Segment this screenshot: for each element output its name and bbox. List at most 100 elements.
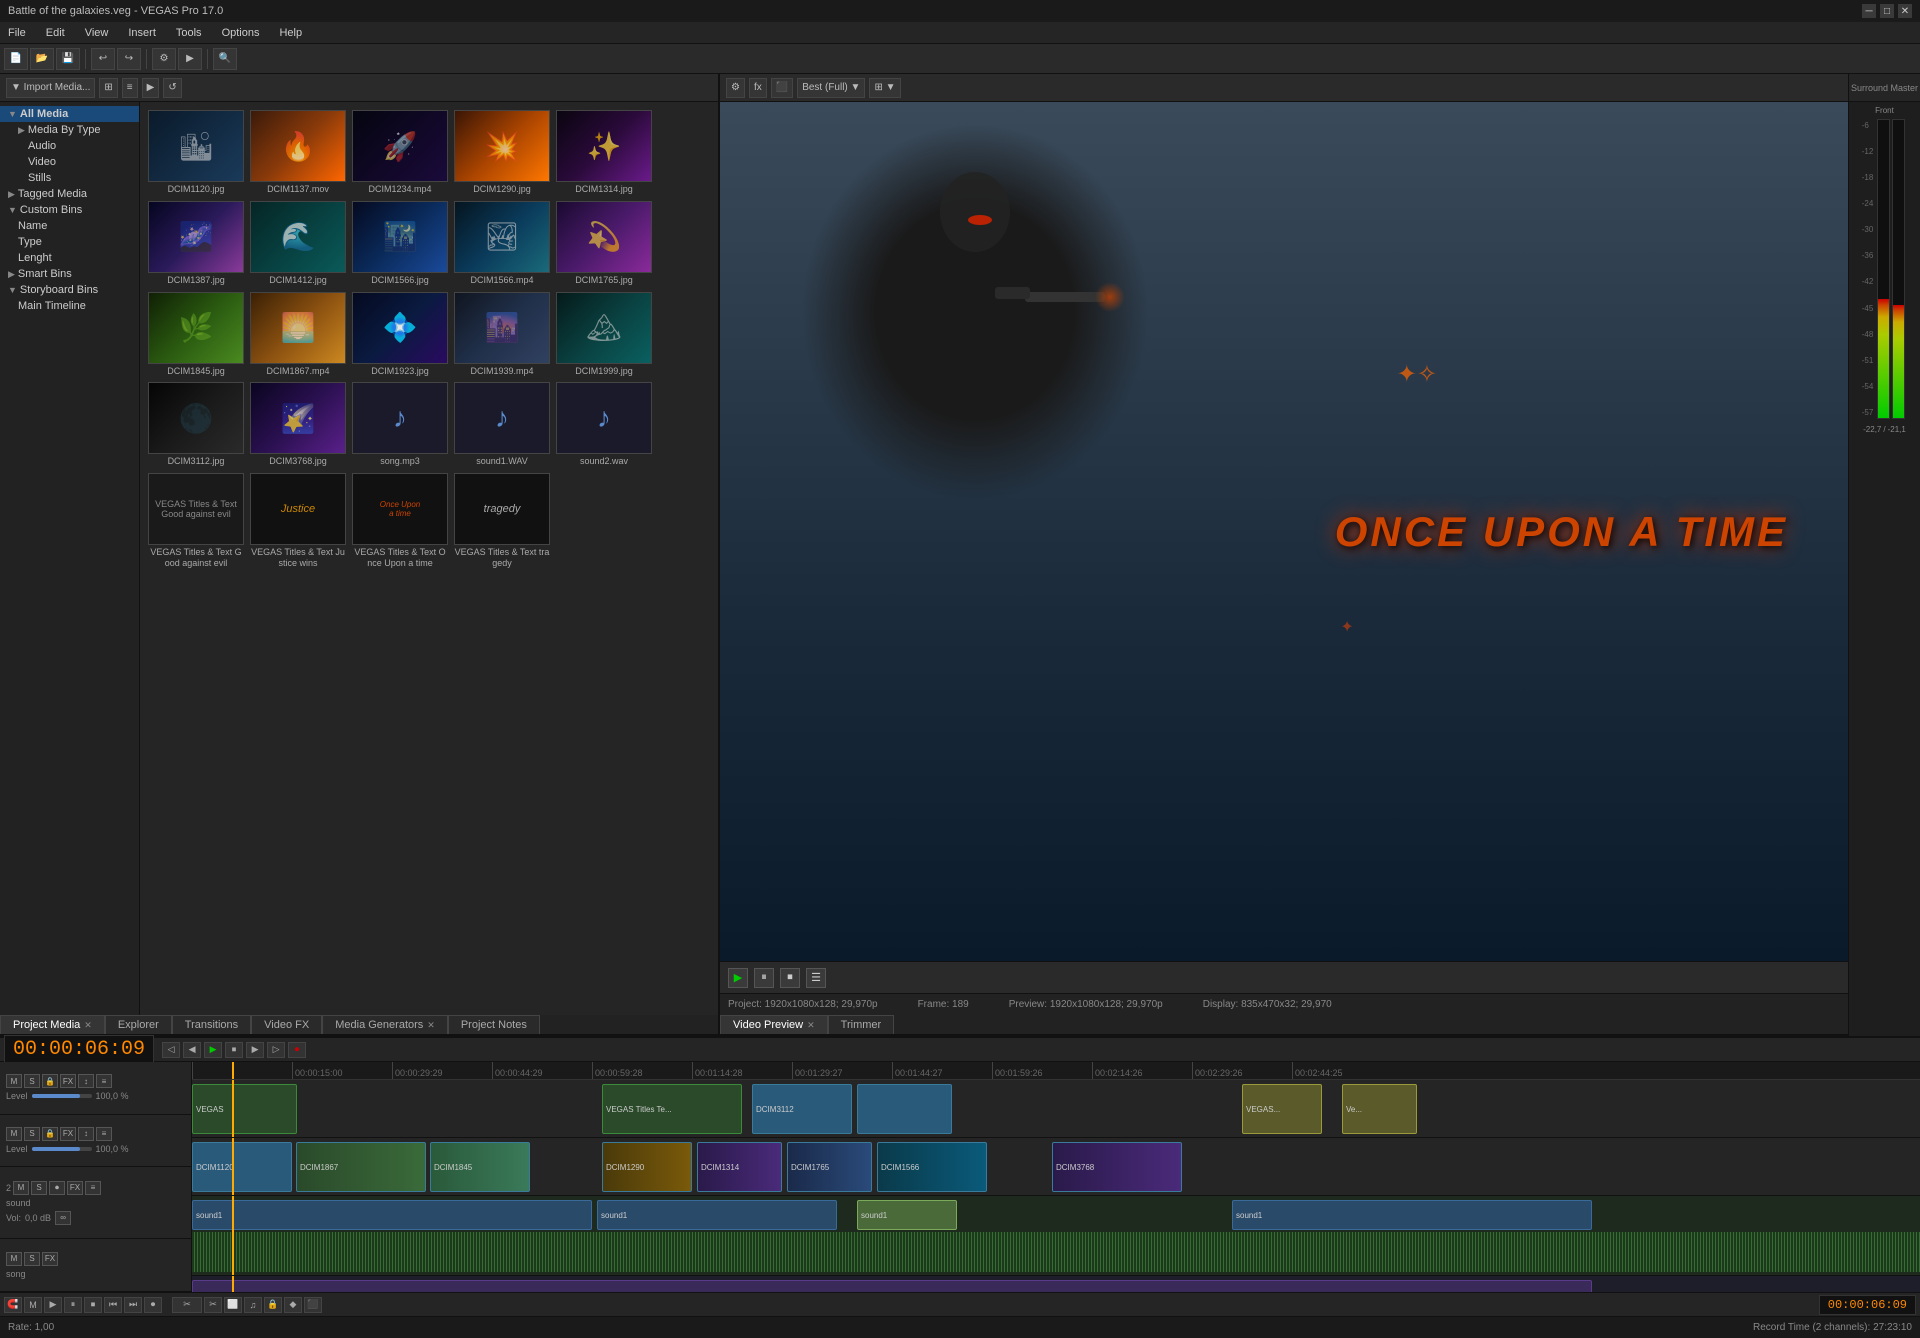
media-item[interactable]: Justice VEGAS Titles & Text Justice wins bbox=[250, 473, 346, 569]
audio-arm-btn[interactable]: ⏺ bbox=[49, 1181, 65, 1195]
tl-magnet-btn[interactable]: 🧲 bbox=[4, 1297, 22, 1313]
audio-clip-1[interactable]: sound1 bbox=[192, 1200, 592, 1230]
tl-mark-btn[interactable]: ◆ bbox=[284, 1297, 302, 1313]
tl-record2-btn[interactable]: ⏺ bbox=[144, 1297, 162, 1313]
minimize-btn[interactable]: ─ bbox=[1862, 4, 1876, 18]
tree-media-by-type[interactable]: ▶ Media By Type bbox=[0, 122, 139, 138]
track-2-solo-btn[interactable]: S bbox=[24, 1127, 40, 1141]
tab-explorer[interactable]: Explorer bbox=[105, 1015, 172, 1034]
tab-project-media[interactable]: Project Media ✕ bbox=[0, 1015, 105, 1034]
tl-mix-btn[interactable]: ♫ bbox=[244, 1297, 262, 1313]
media-item[interactable]: 🌆 DCIM1939.mp4 bbox=[454, 292, 550, 377]
new-btn[interactable]: 📄 bbox=[4, 48, 28, 70]
track-2-fx-btn[interactable]: FX bbox=[60, 1127, 76, 1141]
clip-dcim-v1-2[interactable] bbox=[857, 1084, 952, 1134]
preview-settings-btn[interactable]: ⚙ bbox=[726, 78, 745, 98]
track-1-fx-btn[interactable]: FX bbox=[60, 1074, 76, 1088]
tl-region-btn[interactable]: ⬛ bbox=[304, 1297, 322, 1313]
tl-play2-btn[interactable]: ▶ bbox=[44, 1297, 62, 1313]
tree-smart-bins[interactable]: ▶ Smart Bins bbox=[0, 266, 139, 282]
redo-btn[interactable]: ↪ bbox=[117, 48, 141, 70]
preview-zoom-btn[interactable]: ⬛ bbox=[771, 78, 793, 98]
media-item[interactable]: 🏞 DCIM1566.mp4 bbox=[454, 201, 550, 286]
clip-dcim1290[interactable]: DCIM1290 bbox=[602, 1142, 692, 1192]
tl-play-btn[interactable]: ▶ bbox=[204, 1042, 222, 1058]
clip-dcim1765[interactable]: DCIM1765 bbox=[787, 1142, 872, 1192]
tl-prev2-btn[interactable]: ⏮ bbox=[104, 1297, 122, 1313]
close-btn[interactable]: ✕ bbox=[1898, 4, 1912, 18]
media-item[interactable]: 🚀 DCIM1234.mp4 bbox=[352, 110, 448, 195]
media-item[interactable]: 🌅 DCIM1867.mp4 bbox=[250, 292, 346, 377]
audio-clip-3-highlighted[interactable]: sound1 bbox=[857, 1200, 957, 1230]
media-item[interactable]: 💥 DCIM1290.jpg bbox=[454, 110, 550, 195]
clip-vegas-v1-3[interactable]: VEGAS... bbox=[1242, 1084, 1322, 1134]
menu-options[interactable]: Options bbox=[218, 25, 264, 41]
media-item[interactable]: 💫 DCIM1765.jpg bbox=[556, 201, 652, 286]
audio-menu-btn[interactable]: ≡ bbox=[85, 1181, 101, 1195]
song-mute-btn[interactable]: M bbox=[6, 1252, 22, 1266]
stop-preview-btn[interactable]: ⏹ bbox=[780, 968, 800, 988]
media-item[interactable]: ♪ sound1.WAV bbox=[454, 382, 550, 467]
close-gen-icon[interactable]: ✕ bbox=[427, 1020, 435, 1031]
audio-fx-btn[interactable]: FX bbox=[67, 1181, 83, 1195]
level-slider-1[interactable] bbox=[32, 1094, 92, 1098]
view-toggle-btn[interactable]: ⊞ bbox=[99, 78, 117, 98]
tree-bin-type[interactable]: Type bbox=[0, 234, 139, 250]
clip-ve-v1-4[interactable]: Ve... bbox=[1342, 1084, 1417, 1134]
media-item[interactable]: 🌌 DCIM1387.jpg bbox=[148, 201, 244, 286]
media-item[interactable]: Once Upona time VEGAS Titles & Text Once… bbox=[352, 473, 448, 569]
song-fx-btn[interactable]: FX bbox=[42, 1252, 58, 1266]
tree-stills[interactable]: Stills bbox=[0, 170, 139, 186]
tl-stop2-btn[interactable]: ⏹ bbox=[84, 1297, 102, 1313]
play-btn-media[interactable]: ▶ bbox=[142, 78, 160, 98]
track-2-motion-btn[interactable]: ↕ bbox=[78, 1127, 94, 1141]
track-1-lock-btn[interactable]: 🔒 bbox=[42, 1074, 58, 1088]
vol-link-btn[interactable]: ∞ bbox=[55, 1211, 71, 1225]
track-1-mute-btn[interactable]: M bbox=[6, 1074, 22, 1088]
undo-btn[interactable]: ↩ bbox=[91, 48, 115, 70]
render-btn[interactable]: ▶ bbox=[178, 48, 202, 70]
clip-dcim3112-v1[interactable]: DCIM3112 bbox=[752, 1084, 852, 1134]
track-1-menu-btn[interactable]: ≡ bbox=[96, 1074, 112, 1088]
settings-btn[interactable]: ⚙ bbox=[152, 48, 176, 70]
zoom-in-btn[interactable]: 🔍 bbox=[213, 48, 237, 70]
track-2-menu-btn[interactable]: ≡ bbox=[96, 1127, 112, 1141]
media-item[interactable]: VEGAS Titles & Text Good against evil VE… bbox=[148, 473, 244, 569]
tree-custom-bins[interactable]: ▼ Custom Bins bbox=[0, 202, 139, 218]
audio-clip-4[interactable]: sound1 bbox=[1232, 1200, 1592, 1230]
media-item[interactable]: tragedy VEGAS Titles & Text tragedy bbox=[454, 473, 550, 569]
tl-lock2-btn[interactable]: 🔒 bbox=[264, 1297, 282, 1313]
window-controls[interactable]: ─ □ ✕ bbox=[1862, 4, 1912, 18]
maximize-btn[interactable]: □ bbox=[1880, 4, 1894, 18]
media-item[interactable]: ♪ song.mp3 bbox=[352, 382, 448, 467]
level-slider-2[interactable] bbox=[32, 1147, 92, 1151]
tl-stop-btn[interactable]: ⏹ bbox=[225, 1042, 243, 1058]
tree-audio[interactable]: Audio bbox=[0, 138, 139, 154]
tab-trimmer[interactable]: Trimmer bbox=[828, 1015, 895, 1034]
play-preview-btn[interactable]: ▶ bbox=[728, 968, 748, 988]
track-1-motion-btn[interactable]: ↕ bbox=[78, 1074, 94, 1088]
pause-preview-btn[interactable]: ⏸ bbox=[754, 968, 774, 988]
track-2-lock-btn[interactable]: 🔒 bbox=[42, 1127, 58, 1141]
tree-bin-length[interactable]: Lenght bbox=[0, 250, 139, 266]
save-btn[interactable]: 💾 bbox=[56, 48, 80, 70]
tl-end-btn[interactable]: ▷ bbox=[267, 1042, 285, 1058]
tab-project-notes[interactable]: Project Notes bbox=[448, 1015, 540, 1034]
close-tab-icon[interactable]: ✕ bbox=[84, 1020, 92, 1031]
tl-trim-btn[interactable]: ✂ bbox=[204, 1297, 222, 1313]
tab-media-generators[interactable]: Media Generators ✕ bbox=[322, 1015, 448, 1034]
sort-btn[interactable]: ≡ bbox=[122, 78, 138, 98]
tree-main-timeline[interactable]: Main Timeline bbox=[0, 298, 139, 314]
close-preview-icon[interactable]: ✕ bbox=[807, 1020, 815, 1031]
refresh-btn[interactable]: ↺ bbox=[163, 78, 181, 98]
tree-video[interactable]: Video bbox=[0, 154, 139, 170]
media-item[interactable]: 🌊 DCIM1412.jpg bbox=[250, 201, 346, 286]
preview-grid-btn[interactable]: ⊞ ▼ bbox=[869, 78, 900, 98]
tl-select-btn[interactable]: ✂ bbox=[172, 1297, 202, 1313]
clip-dcim1314[interactable]: DCIM1314 bbox=[697, 1142, 782, 1192]
clip-vegas-title[interactable]: VEGAS bbox=[192, 1084, 297, 1134]
import-media-btn[interactable]: ▼ Import Media... bbox=[6, 78, 95, 98]
tree-storyboard-bins[interactable]: ▼ Storyboard Bins bbox=[0, 282, 139, 298]
tl-erase-btn[interactable]: ⬜ bbox=[224, 1297, 242, 1313]
clip-dcim1120[interactable]: DCIM1120 bbox=[192, 1142, 292, 1192]
